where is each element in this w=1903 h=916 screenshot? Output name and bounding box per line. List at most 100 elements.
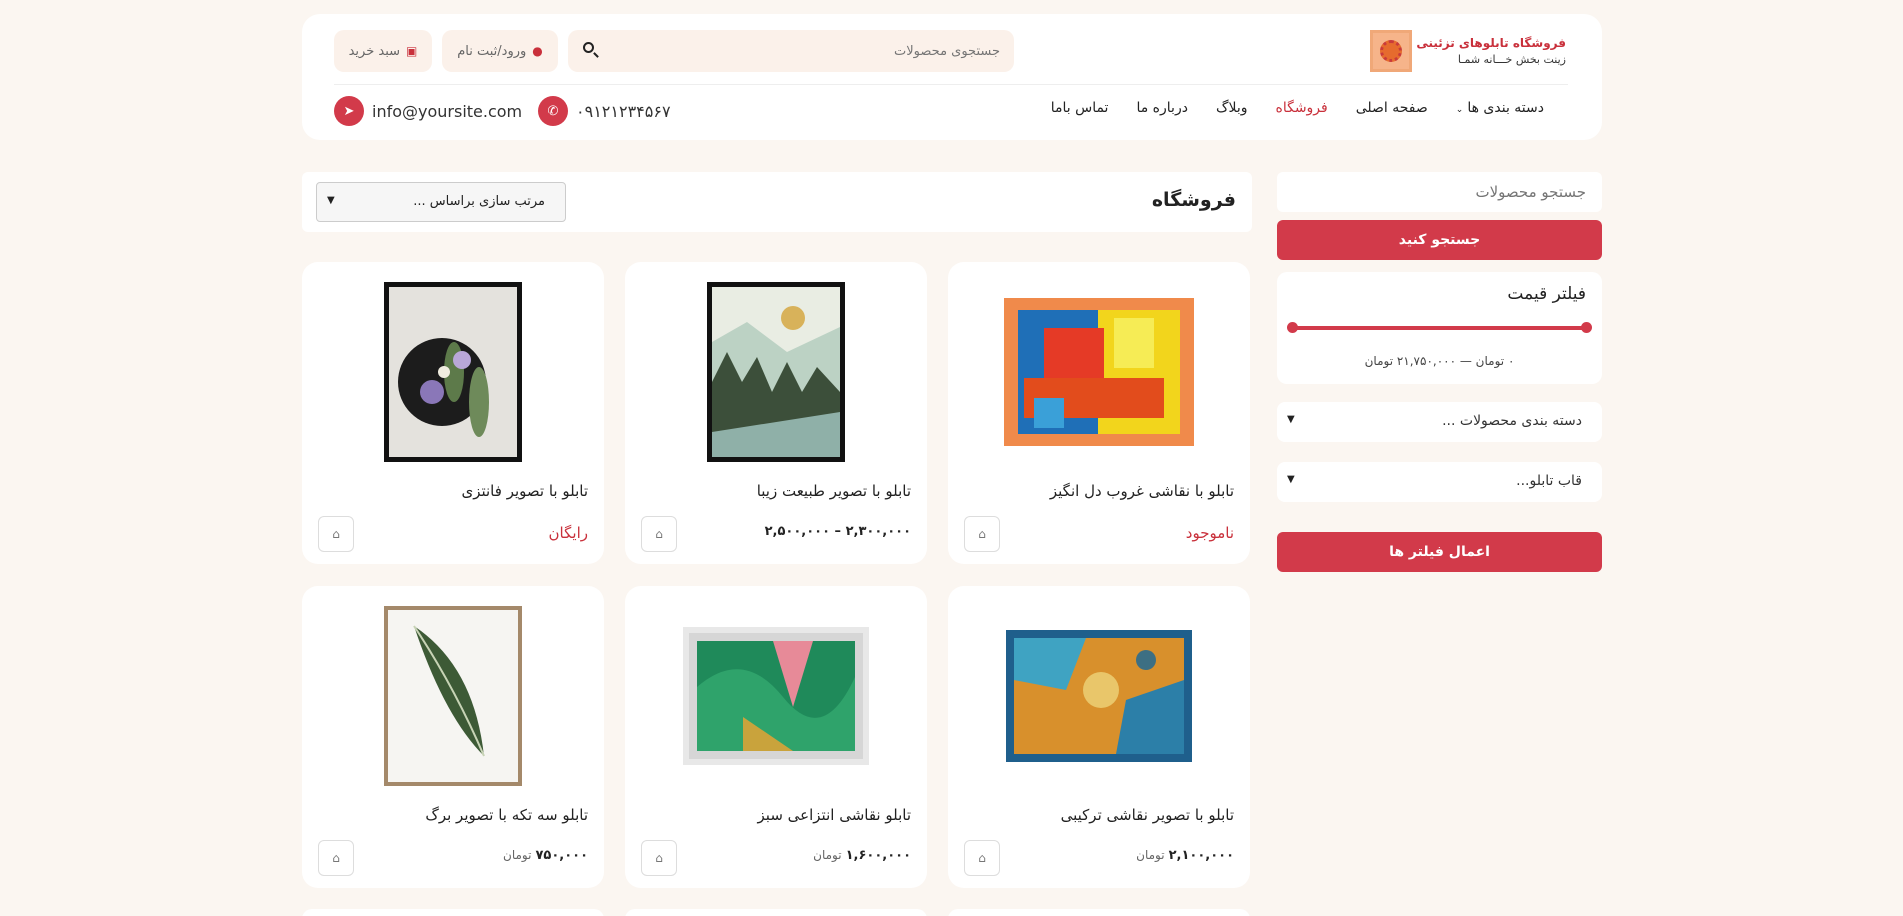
product-price: رایگان <box>549 524 588 542</box>
site-logo[interactable]: فروشگاه تابلوهای تزئینی زینت بخش خـــانه… <box>1370 30 1566 72</box>
product-card[interactable]: تابلو نقاشی انتزاعی سبز ۱,۶۰۰,۰۰۰تومان ⌂ <box>625 586 927 888</box>
contact-phone[interactable]: ✆ ۰۹۱۲۱۲۳۴۵۶۷ <box>538 96 671 126</box>
nav-categories-label: دسته بندی ها <box>1467 100 1544 116</box>
product-title[interactable]: تابلو با تصویر طبیعت زیبا <box>757 482 911 500</box>
product-card[interactable]: تابلو با نقاشی غروب دل انگیز ناموجود ⌂ <box>948 262 1250 564</box>
product-price-value: ناموجود <box>1185 524 1234 542</box>
email-address: info@yoursite.com <box>372 101 523 121</box>
basket-icon: ⌂ <box>332 527 340 541</box>
main-nav: دسته بندی ها⌄ صفحه اصلی فروشگاه وبلاگ در… <box>1051 100 1544 116</box>
product-price-value: ۱,۶۰۰,۰۰۰ <box>845 848 911 863</box>
add-to-cart-button[interactable]: ⌂ <box>318 516 354 552</box>
contact-email[interactable]: ➤ info@yoursite.com <box>334 96 522 126</box>
add-to-cart-button[interactable]: ⌂ <box>641 840 677 876</box>
add-to-cart-button[interactable]: ⌂ <box>964 516 1000 552</box>
phone-number: ۰۹۱۲۱۲۳۴۵۶۷ <box>576 101 671 121</box>
chevron-down-icon: ⌄ <box>1455 105 1464 115</box>
product-price-value: رایگان <box>548 524 588 542</box>
sort-select[interactable]: مرتب سازی براساس ... ▼ <box>316 182 566 222</box>
product-price: ۲,۳۰۰,۰۰۰ – ۲,۵۰۰,۰۰۰ <box>765 524 911 539</box>
price-filter-title: فیلتر قیمت <box>1507 284 1586 304</box>
basket-icon: ⌂ <box>655 527 663 541</box>
chevron-down-icon: ▼ <box>1287 414 1295 425</box>
product-price: ناموجود <box>1186 524 1234 542</box>
product-currency: تومان <box>503 848 532 862</box>
nav-blog[interactable]: وبلاگ <box>1216 100 1248 116</box>
add-to-cart-button[interactable]: ⌂ <box>318 840 354 876</box>
product-image[interactable] <box>625 606 927 786</box>
product-price: ۱,۶۰۰,۰۰۰تومان <box>813 848 911 863</box>
header-search-input[interactable] <box>624 30 1014 72</box>
frame-dropdown[interactable]: قاب تابلو... ▼ <box>1277 462 1602 502</box>
product-card-partial <box>948 909 1250 916</box>
product-image[interactable] <box>302 606 604 786</box>
site-header: فروشگاه تابلوهای تزئینی زینت بخش خـــانه… <box>302 14 1602 140</box>
sidebar-search-button[interactable]: جستجو کنید <box>1277 220 1602 260</box>
user-icon: ● <box>532 44 543 58</box>
sidebar-search-input[interactable] <box>1277 172 1602 212</box>
price-range-text: ۰ تومان — ۲۱,۷۵۰,۰۰۰ تومان <box>1364 354 1515 368</box>
phone-icon: ✆ <box>538 96 568 126</box>
product-card[interactable]: تابلو با تصویر فانتزی رایگان ⌂ <box>302 262 604 564</box>
brand-title: فروشگاه تابلوهای تزئینی <box>1416 36 1566 50</box>
product-currency: تومان <box>1136 848 1165 862</box>
basket-icon: ⌂ <box>978 527 986 541</box>
nav-categories[interactable]: دسته بندی ها⌄ <box>1456 100 1544 116</box>
nav-about[interactable]: درباره ما <box>1136 100 1187 116</box>
product-card[interactable]: تابلو با تصویر نقاشی ترکیبی ۲,۱۰۰,۰۰۰توم… <box>948 586 1250 888</box>
product-card[interactable]: تابلو با تصویر طبیعت زیبا ۲,۳۰۰,۰۰۰ – ۲,… <box>625 262 927 564</box>
product-card-partial <box>302 909 604 916</box>
nav-shop[interactable]: فروشگاه <box>1275 100 1327 116</box>
cart-button[interactable]: ▣ سبد خرید <box>334 30 432 72</box>
product-image[interactable] <box>948 606 1250 786</box>
product-price: ۷۵۰,۰۰۰تومان <box>503 848 588 863</box>
basket-icon: ⌂ <box>655 851 663 865</box>
add-to-cart-button[interactable]: ⌂ <box>964 840 1000 876</box>
header-divider <box>334 84 1568 85</box>
sort-select-label: مرتب سازی براساس ... <box>413 194 545 209</box>
product-title[interactable]: تابلو با تصویر نقاشی ترکیبی <box>1061 806 1234 824</box>
product-price-value: ۲,۱۰۰,۰۰۰ <box>1168 848 1234 863</box>
basket-icon: ⌂ <box>332 851 340 865</box>
cart-label: سبد خرید <box>348 43 401 59</box>
page-title: فروشگاه <box>1151 189 1236 211</box>
nav-home[interactable]: صفحه اصلی <box>1356 100 1428 116</box>
brand-subtitle: زینت بخش خـــانه شمـا <box>1457 53 1566 66</box>
nav-contact[interactable]: تماس باما <box>1051 100 1109 116</box>
price-slider-handle-min[interactable] <box>1287 322 1298 333</box>
product-price-value: ۲,۳۰۰,۰۰۰ – ۲,۵۰۰,۰۰۰ <box>764 524 911 539</box>
product-title[interactable]: تابلو با نقاشی غروب دل انگیز <box>1050 482 1234 500</box>
product-image[interactable] <box>302 282 604 462</box>
chevron-down-icon: ▼ <box>1287 474 1295 485</box>
product-price: ۲,۱۰۰,۰۰۰تومان <box>1136 848 1234 863</box>
chevron-down-icon: ▼ <box>327 195 335 206</box>
product-card-partial <box>625 909 927 916</box>
category-dropdown-label: دسته بندی محصولات ... <box>1442 413 1582 429</box>
product-price-value: ۷۵۰,۰۰۰ <box>535 848 588 863</box>
product-image[interactable] <box>625 282 927 462</box>
flower-logo-icon <box>1370 30 1413 72</box>
add-to-cart-button[interactable]: ⌂ <box>641 516 677 552</box>
filter-sidebar: جستجو کنید فیلتر قیمت ۰ تومان — ۲۱,۷۵۰,۰… <box>1277 172 1602 572</box>
login-button[interactable]: ● ورود/ثبت نام <box>442 30 558 72</box>
search-icon[interactable] <box>578 41 598 61</box>
product-card[interactable]: تابلو سه تکه با تصویر برگ ۷۵۰,۰۰۰تومان ⌂ <box>302 586 604 888</box>
shop-toolbar: فروشگاه مرتب سازی براساس ... ▼ <box>302 172 1252 232</box>
logo-text: فروشگاه تابلوهای تزئینی زینت بخش خـــانه… <box>1416 36 1566 66</box>
apply-filters-button[interactable]: اعمال فیلتر ها <box>1277 532 1602 572</box>
sidebar-search <box>1277 172 1602 212</box>
product-currency: تومان <box>813 848 842 862</box>
price-slider-track[interactable] <box>1291 326 1588 330</box>
login-label: ورود/ثبت نام <box>457 43 527 59</box>
product-title[interactable]: تابلو با تصویر فانتزی <box>461 482 588 500</box>
send-icon: ➤ <box>334 96 364 126</box>
product-image[interactable] <box>948 282 1250 462</box>
product-title[interactable]: تابلو نقاشی انتزاعی سبز <box>758 806 911 824</box>
category-dropdown[interactable]: دسته بندی محصولات ... ▼ <box>1277 402 1602 442</box>
price-filter: فیلتر قیمت ۰ تومان — ۲۱,۷۵۰,۰۰۰ تومان <box>1277 272 1602 384</box>
basket-icon: ⌂ <box>978 851 986 865</box>
basket-icon: ▣ <box>406 44 418 58</box>
header-search <box>568 30 1014 72</box>
product-title[interactable]: تابلو سه تکه با تصویر برگ <box>425 806 588 824</box>
price-slider-handle-max[interactable] <box>1581 322 1592 333</box>
